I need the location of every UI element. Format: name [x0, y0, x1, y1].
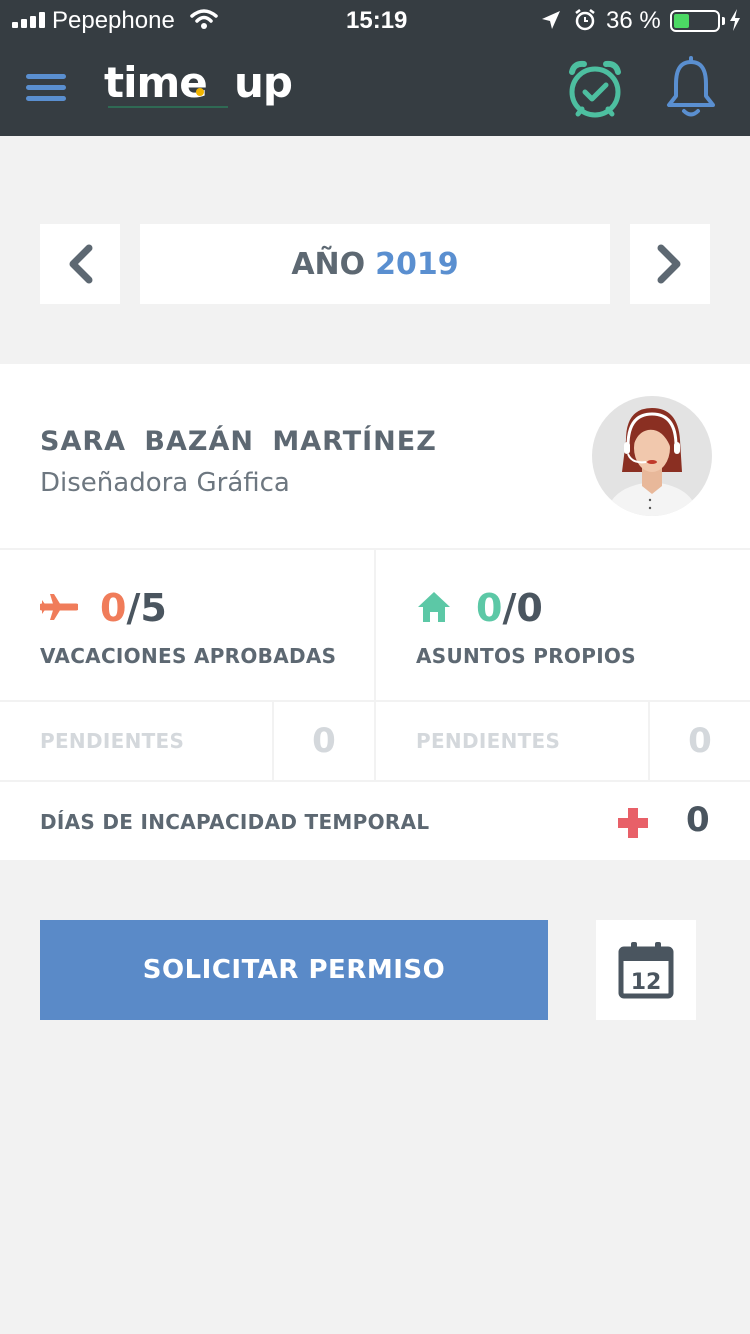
house-icon [418, 592, 450, 622]
wifi-icon [190, 9, 218, 29]
charging-bolt-icon [730, 9, 740, 31]
vacaciones-pending-label: PENDIENTES [40, 729, 185, 753]
menu-button[interactable] [26, 74, 68, 104]
alarm-icon [575, 9, 595, 31]
menu-icon-bar [26, 74, 66, 79]
asuntos-pending-label: PENDIENTES [416, 729, 561, 753]
incapacidad-row: DÍAS DE INCAPACIDAD TEMPORAL 0 [0, 782, 750, 860]
asuntos-total: /0 [502, 586, 543, 630]
signal-icon [12, 12, 45, 28]
vacaciones-total: /5 [126, 586, 167, 630]
asuntos-label: ASUNTOS PROPIOS [416, 644, 636, 668]
employee-name: SARA BAZÁN MARTÍNEZ [40, 426, 437, 457]
app-header: Pepephone 15:19 36 % time up [0, 0, 750, 136]
year-display: AÑO 2019 [140, 224, 610, 304]
menu-icon-bar [26, 85, 66, 90]
vacaciones-pending-value-cell: 0 [274, 702, 374, 780]
avatar [592, 396, 712, 516]
next-year-button[interactable] [630, 224, 710, 304]
clock-check-icon[interactable] [564, 58, 626, 120]
airplane-icon [40, 594, 78, 620]
calendar-button[interactable]: 12 [596, 920, 696, 1020]
bell-icon[interactable] [664, 56, 718, 120]
employee-role: Diseñadora Gráfica [40, 468, 290, 498]
location-arrow-icon [542, 11, 560, 29]
logo-underline [108, 106, 228, 108]
status-time: 15:19 [346, 7, 408, 34]
status-bar: Pepephone 15:19 36 % [0, 0, 750, 42]
calendar-day-number: 12 [631, 970, 662, 995]
chevron-right-icon [657, 244, 681, 284]
profile-card: SARA BAZÁN MARTÍNEZ Diseñadora Gráfica [0, 364, 750, 548]
asuntos-used: 0 [476, 586, 503, 630]
asuntos-pending-label-cell: PENDIENTES [376, 702, 648, 780]
incapacidad-value: 0 [686, 800, 710, 840]
asuntos-pending-value-cell: 0 [650, 702, 750, 780]
time-up-logo: time up [104, 58, 293, 107]
asuntos-pending-value: 0 [688, 721, 712, 761]
calendar-icon: 12 [618, 942, 674, 999]
vacaciones-used: 0 [100, 586, 127, 630]
vacaciones-pending-value: 0 [312, 721, 336, 761]
medical-cross-icon [618, 808, 648, 838]
battery-tip [722, 17, 725, 25]
asuntos-count: 0/0 [476, 586, 543, 630]
solicitar-permiso-button[interactable]: SOLICITAR PERMISO [40, 920, 548, 1020]
battery-icon [670, 10, 720, 32]
previous-year-button[interactable] [40, 224, 120, 304]
logo-dot [196, 88, 204, 96]
vacaciones-count: 0/5 [100, 586, 167, 630]
vacaciones-pending-label-cell: PENDIENTES [0, 702, 272, 780]
year-value: 2019 [375, 246, 459, 282]
vacaciones-card: 0/5 VACACIONES APROBADAS [0, 550, 374, 700]
asuntos-card: 0/0 ASUNTOS PROPIOS [376, 550, 750, 700]
vacaciones-label: VACACIONES APROBADAS [40, 644, 337, 668]
incapacidad-label: DÍAS DE INCAPACIDAD TEMPORAL [40, 810, 430, 834]
year-label: AÑO [291, 246, 366, 282]
chevron-left-icon [69, 244, 93, 284]
carrier-name: Pepephone [52, 7, 175, 34]
battery-percent: 36 % [606, 7, 661, 34]
menu-icon-bar [26, 96, 66, 101]
